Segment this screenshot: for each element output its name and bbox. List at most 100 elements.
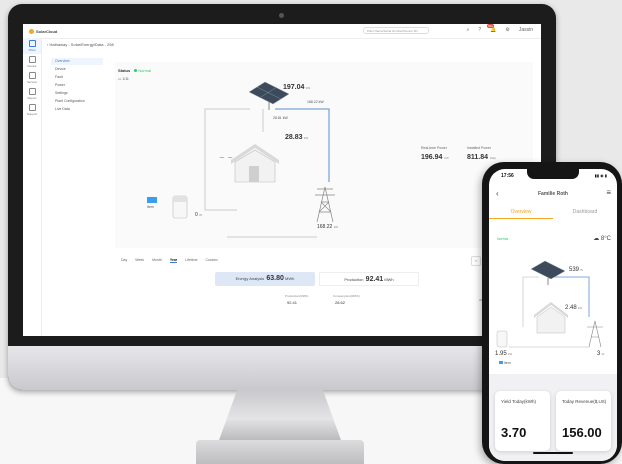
submenu-power[interactable]: Power [51, 82, 103, 89]
load-power-value: 28.83 kW [285, 134, 309, 141]
today-revenue-card[interactable]: Today Revenue($,US) 156.00 [556, 391, 611, 451]
submenu-fault[interactable]: Fault [51, 74, 103, 81]
top-bar: SolarCloud Plant Name/Serial Number/Devi… [23, 24, 541, 39]
realtime-power-label: Real-time Power [421, 146, 447, 150]
phone-tabs: Overview Dashboard [489, 209, 617, 219]
prev-period-button[interactable]: < [471, 256, 481, 266]
breadcrumb: ‹ Hathaway - Solar/Energy/Data - 298 [47, 42, 114, 47]
app-logo[interactable]: SolarCloud [29, 28, 58, 34]
phone-status-icons: ▮▮ ◉ ▮ [594, 173, 607, 178]
settings-icon[interactable]: ⚙ [505, 27, 509, 33]
weather-indicator: ☁ 8°C [593, 236, 611, 242]
cloud-icon: ☁ [593, 236, 601, 242]
phone-status-badge: Normal [497, 237, 509, 241]
installed-power-label: Installed Power [467, 146, 491, 150]
submenu-overview[interactable]: Overview [51, 58, 103, 65]
tab-day[interactable]: Day [121, 258, 127, 263]
phone-solar-panel-icon [530, 260, 566, 285]
tab-custom[interactable]: Custom [206, 258, 218, 263]
pv-power-value: 197.04 kW [283, 84, 311, 91]
home-line-label: 28.81 kW [273, 116, 288, 120]
status-indicator: Status Normal [118, 68, 152, 73]
production-sub-value: 92.41 [287, 300, 298, 305]
tab-overview[interactable]: Overview [489, 209, 553, 219]
tab-year[interactable]: Year [169, 258, 178, 263]
top-icons: ⌕ ? 🔔 99+ ⚙ Jassin [467, 24, 533, 33]
device-icon [28, 56, 36, 63]
grid-pylon-icon [315, 186, 335, 223]
phone-device-label: Item [499, 361, 511, 365]
phone-notch [527, 169, 579, 179]
tab-dashboard[interactable]: Dashboard [553, 209, 617, 219]
battery-icon [172, 195, 188, 219]
date-picker[interactable]: ▭ 1/11 [118, 77, 129, 81]
search-input[interactable]: Plant Name/Serial Number/Device SN [363, 27, 429, 34]
help-icon[interactable]: ? [478, 27, 481, 33]
camera-dot [279, 13, 284, 18]
submenu-plant-configuration[interactable]: Plant Configuration [51, 98, 103, 105]
bell-icon[interactable]: 🔔 99+ [487, 24, 496, 33]
submenu-device[interactable]: Device [51, 66, 103, 73]
svg-text:~ ~: ~ ~ [219, 154, 233, 162]
nav-device[interactable]: Device [23, 54, 41, 70]
phone-summary-cards: Yield Today(kWh) 3.70 Today Revenue($,US… [495, 391, 611, 451]
today-revenue-value: 156.00 [562, 425, 602, 440]
search-icon[interactable]: ⌕ [467, 27, 470, 33]
device-label: Item [147, 205, 154, 209]
phone-load-value: 2.48 kW [565, 305, 583, 311]
nav-report[interactable]: Report [23, 86, 41, 102]
phone-house-icon [534, 302, 568, 334]
phone-energy-flow-diagram [496, 260, 603, 348]
phone-battery-icon [496, 330, 508, 348]
tab-lifetime[interactable]: Lifetime [185, 258, 197, 263]
plant-submenu: Overview Device Fault Power Settings Pla… [51, 58, 103, 114]
desktop-screen: SolarCloud Plant Name/Serial Number/Devi… [23, 24, 541, 336]
plant-icon [28, 40, 36, 47]
energy-flow-panel: ~ ~ 197.04 kW 168.22 kW 28.81 kW 28.83 k… [115, 62, 533, 248]
energy-analysis-card[interactable]: Energy Analysis 63.80 MWh [215, 272, 315, 286]
nav-plant[interactable]: Plant [23, 38, 41, 54]
app-name: SolarCloud [36, 28, 58, 34]
tab-month[interactable]: Month [152, 258, 162, 263]
phone-battery-value: 1.95 kW [495, 351, 513, 357]
monitor-stand-base [196, 440, 364, 464]
pv-line-label: 168.22 kW [307, 100, 324, 104]
submenu-settings[interactable]: Settings [51, 90, 103, 97]
yield-today-label: Yield Today(kWh) [501, 399, 537, 404]
period-tabs: Day Week Month Year Lifetime Custom [121, 258, 218, 263]
sun-logo-icon [29, 28, 34, 34]
phone-time: 17:56 [501, 173, 514, 179]
yield-today-value: 3.70 [501, 425, 527, 440]
phone-grid-value: 3 W [597, 351, 605, 357]
production-card[interactable]: Production 92.41 MWh [319, 272, 419, 286]
tab-week[interactable]: Week [135, 258, 144, 263]
phone-screen: 17:56 ▮▮ ◉ ▮ ‹ Familie Roth ≡ Overview D… [489, 169, 617, 461]
grid-power-value: 168.22 kW [317, 224, 339, 230]
home-indicator [533, 452, 573, 454]
smartphone: 17:56 ▮▮ ◉ ▮ ‹ Familie Roth ≡ Overview D… [482, 162, 622, 464]
nav-support[interactable]: Support [23, 102, 41, 118]
yield-today-card[interactable]: Yield Today(kWh) 3.70 [495, 391, 550, 451]
service-icon [28, 72, 36, 79]
nav-service[interactable]: Service [23, 70, 41, 86]
consumption-sub-label: Consumption(MWh) [333, 294, 360, 298]
support-icon [28, 104, 36, 111]
report-icon [28, 88, 36, 95]
left-nav: Plant Device Service Report Support [23, 38, 42, 336]
menu-icon[interactable]: ≡ [606, 188, 611, 197]
user-menu[interactable]: Jassin [519, 27, 533, 33]
house-icon [231, 144, 279, 183]
phone-grid-pylon-icon [587, 320, 603, 348]
phone-title: Familie Roth [537, 191, 568, 197]
submenu-live-data[interactable]: Live Data [51, 106, 103, 113]
device-screen-icon [147, 197, 157, 203]
battery-power-value: 0 W [195, 212, 203, 218]
phone-device-icon [499, 361, 503, 364]
notification-badge: 99+ [487, 24, 495, 28]
production-sub-label: Production(MWh) [285, 294, 309, 298]
monitor-chin [8, 346, 556, 390]
status-badge: Normal [134, 68, 151, 73]
realtime-power-value: 196.94 kW [421, 154, 449, 161]
today-revenue-label: Today Revenue($,US) [562, 399, 607, 404]
phone-pv-value: 539 W [569, 267, 583, 273]
